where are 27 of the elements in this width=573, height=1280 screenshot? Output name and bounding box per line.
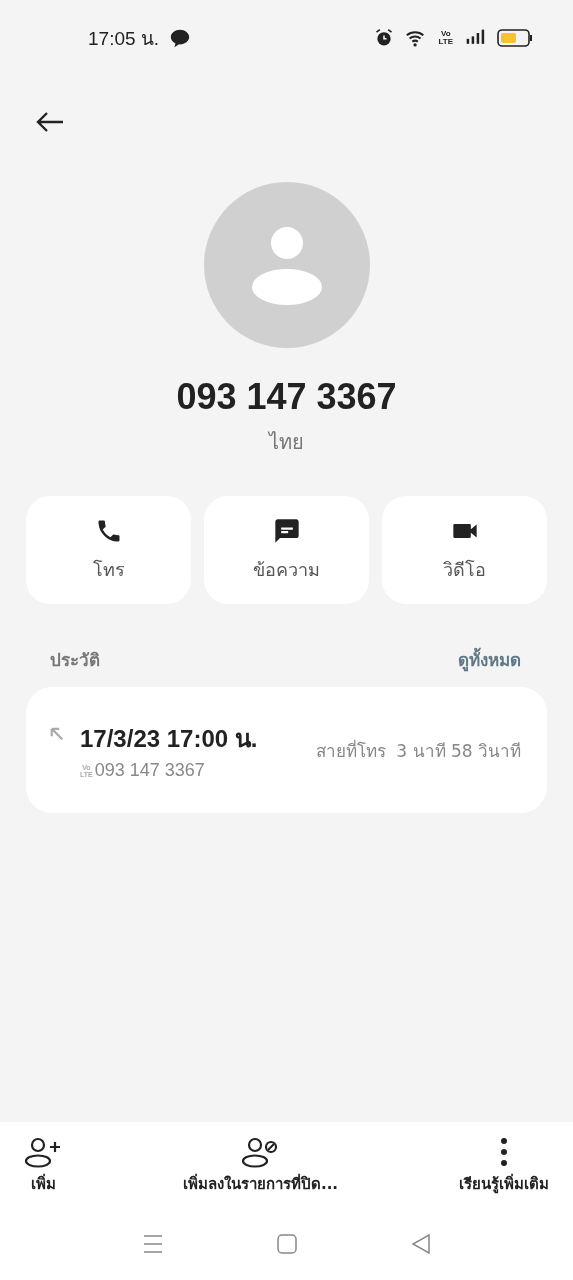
- add-person-icon: [24, 1136, 62, 1168]
- status-time: 17:05 น.: [88, 27, 160, 51]
- call-duration: 3 นาที 58 วินาที: [396, 739, 521, 763]
- message-icon: [272, 516, 301, 545]
- phone-number: 093 147 3367: [176, 376, 397, 418]
- location-label: ไทย: [269, 429, 304, 456]
- call-button[interactable]: โทร: [26, 496, 191, 604]
- alarm-icon: [374, 28, 395, 48]
- history-title: ประวัติ: [50, 649, 100, 672]
- home-icon: [274, 1232, 299, 1256]
- call-datetime: 17/3/23 17:00 น.: [80, 724, 258, 754]
- call-number: 093 147 3367: [94, 760, 205, 781]
- see-all-link[interactable]: ดูทั้งหมด: [458, 646, 521, 673]
- chat-bubble-icon: [169, 27, 192, 49]
- block-person-icon: [241, 1136, 280, 1168]
- message-button[interactable]: ข้อความ: [204, 496, 369, 604]
- home-nav-button[interactable]: [274, 1232, 299, 1256]
- call-type: สายที่โทร: [316, 738, 387, 763]
- volte-indicator: Vo LTE: [438, 30, 453, 46]
- video-button[interactable]: วิดีโอ: [382, 496, 547, 604]
- outgoing-call-icon: [48, 725, 66, 743]
- more-button[interactable]: เรียนรู้เพิ่มเติม: [459, 1136, 549, 1196]
- block-button[interactable]: เพิ่มลงในรายการที่ปิด...: [182, 1136, 339, 1196]
- add-button[interactable]: เพิ่ม: [24, 1136, 62, 1196]
- left-arrow-icon: [35, 110, 65, 134]
- battery-icon: [497, 28, 533, 48]
- more-icon: [499, 1136, 509, 1168]
